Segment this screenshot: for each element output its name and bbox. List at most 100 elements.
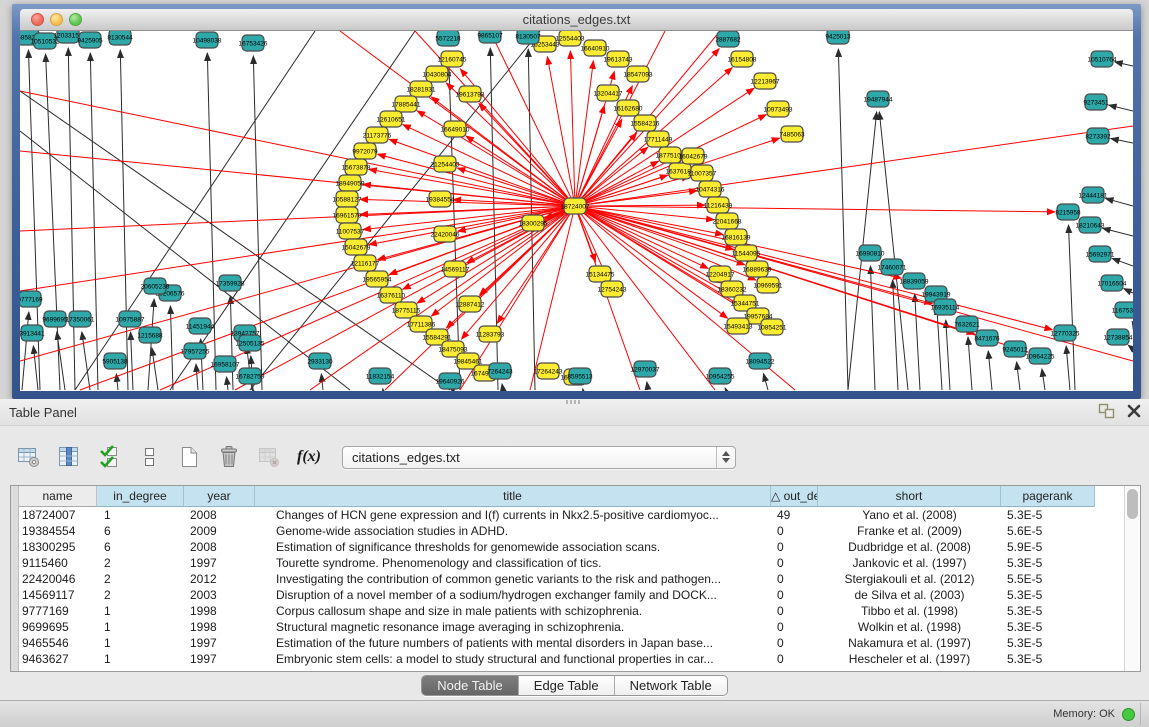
graph-node[interactable]: 16816139 [722, 229, 751, 245]
graph-node[interactable]: 15673878 [342, 159, 371, 175]
column-header-short[interactable]: short [818, 486, 1001, 507]
graph-node[interactable]: 16961570 [333, 207, 362, 223]
graph-node[interactable]: 10510764 [1088, 51, 1117, 67]
graph-node[interactable]: 1215688 [137, 327, 163, 343]
graph-node[interactable]: 12610651 [377, 111, 406, 127]
graph-node[interactable]: 11544095 [732, 245, 761, 261]
graph-node[interactable]: 12204917 [706, 266, 735, 282]
graph-node[interactable]: 11007537 [336, 223, 365, 239]
graph-node[interactable]: 16649010 [441, 121, 470, 137]
graph-node[interactable]: 2887682 [715, 31, 741, 47]
graph-node[interactable]: 18300295 [519, 215, 548, 231]
graph-node[interactable]: 16990810 [856, 245, 885, 261]
graph-node[interactable]: 8273392 [1085, 128, 1111, 144]
window-minimize-button[interactable] [50, 13, 63, 26]
graph-node[interactable]: 12505135 [236, 335, 265, 351]
close-panel-icon[interactable] [1127, 404, 1141, 418]
delete-column-icon[interactable] [216, 444, 242, 470]
table-row[interactable]: 977716911998Corpus callosum shape and si… [19, 603, 1124, 619]
graph-node[interactable]: 5572218 [435, 31, 461, 46]
graph-node[interactable]: 19640926 [436, 373, 465, 389]
graph-node[interactable]: 15692971 [1086, 246, 1115, 262]
graph-node[interactable]: 12887412 [456, 296, 485, 312]
graph-node[interactable]: 10588127 [333, 191, 362, 207]
graph-node[interactable]: 19565954 [363, 271, 392, 287]
graph-node[interactable]: 8215958 [1055, 204, 1081, 220]
graph-node[interactable]: 18547093 [624, 66, 653, 82]
citation-network-graph[interactable]: 1872400712160745104308041828193117885441… [20, 31, 1133, 391]
window-titlebar[interactable]: citations_edges.txt [20, 9, 1133, 31]
graph-node[interactable]: 15134475 [586, 266, 615, 282]
graph-node[interactable]: 8471676 [974, 330, 1000, 346]
tab-edge-table[interactable]: Edge Table [519, 676, 615, 695]
graph-node[interactable]: 18281931 [407, 81, 436, 97]
graph-node[interactable]: 17885441 [392, 96, 421, 112]
graph-node[interactable]: 16753426 [239, 35, 268, 51]
graph-node[interactable]: 19384554 [426, 191, 455, 207]
table-row[interactable]: 2242004622012Investigating the contribut… [19, 571, 1124, 587]
graph-node[interactable]: 11451944 [186, 318, 215, 334]
graph-node[interactable]: 12444181 [1079, 187, 1108, 203]
graph-node[interactable]: 8595513 [567, 368, 593, 384]
graph-node[interactable]: 18724007 [561, 198, 590, 214]
table-row[interactable]: 1830029562008Estimation of significance … [19, 539, 1124, 555]
function-builder-icon[interactable]: f(x) [296, 444, 322, 470]
graph-node[interactable]: 18949059 [336, 175, 365, 191]
graph-node[interactable]: 17460071 [878, 259, 907, 275]
graph-node[interactable]: 11007357 [688, 165, 717, 181]
table-row[interactable]: 969969511998Structural magnetic resonanc… [19, 619, 1124, 635]
graph-node[interactable]: 19613793 [456, 86, 485, 102]
graph-node[interactable]: 8130544 [107, 31, 133, 45]
column-header-out_de[interactable]: △ out_de... [771, 486, 818, 507]
graph-node[interactable]: 9245012 [1002, 341, 1028, 357]
table-row[interactable]: 1938455462009Genome-wide association stu… [19, 523, 1124, 539]
graph-node[interactable]: 16042679 [679, 148, 708, 164]
graph-node[interactable]: 7632621 [954, 316, 980, 332]
graph-node[interactable]: 18210643 [1076, 217, 1105, 233]
tab-network-table[interactable]: Network Table [615, 676, 727, 695]
graph-node[interactable]: 11675319 [1112, 302, 1133, 318]
graph-node[interactable]: 10964225 [1026, 348, 1055, 364]
select-all-icon[interactable] [96, 444, 122, 470]
table-mode-icon[interactable] [16, 444, 42, 470]
graph-node[interactable]: 3913441 [20, 325, 45, 341]
graph-node[interactable]: 16935114 [931, 299, 960, 315]
column-header-title[interactable]: title [255, 486, 771, 507]
graph-node[interactable]: 5905138 [102, 353, 128, 369]
graph-node[interactable]: 10474316 [696, 181, 725, 197]
graph-node[interactable]: 16782759 [236, 368, 265, 384]
graph-node[interactable]: 9273451 [1083, 94, 1109, 110]
graph-node[interactable]: 22041668 [713, 213, 742, 229]
graph-node[interactable]: 2933130 [307, 353, 333, 369]
graph-node[interactable]: 15493413 [724, 318, 753, 334]
window-close-button[interactable] [31, 13, 44, 26]
graph-node[interactable]: 16162680 [614, 100, 643, 116]
tab-node-table[interactable]: Node Table [422, 676, 519, 695]
graph-node[interactable]: 16154808 [728, 51, 757, 67]
graph-node[interactable]: 8130507 [515, 31, 541, 44]
graph-node[interactable]: 12160745 [438, 51, 467, 67]
graph-node[interactable]: 10854251 [758, 319, 787, 335]
graph-node[interactable]: 17359928 [216, 275, 245, 291]
graph-node[interactable]: 9699695 [42, 311, 68, 327]
graph-node[interactable]: 11283793 [476, 326, 505, 342]
column-header-in_degree[interactable]: in_degree [97, 486, 184, 507]
create-column-icon[interactable] [176, 444, 202, 470]
float-window-icon[interactable] [1098, 403, 1115, 419]
graph-node[interactable]: 15042679 [342, 239, 371, 255]
graph-node[interactable]: 12213967 [751, 73, 780, 89]
graph-node[interactable]: 10954255 [706, 368, 735, 384]
graph-node[interactable]: 16376110 [377, 287, 406, 303]
unselect-all-icon[interactable] [136, 444, 162, 470]
show-column-icon[interactable] [56, 444, 82, 470]
graph-node[interactable]: 7264243 [487, 363, 513, 379]
graph-node[interactable]: 12116177 [351, 255, 380, 271]
table-row[interactable]: 1872400712008Changes of HCN gene express… [19, 507, 1124, 523]
graph-node[interactable]: 22420046 [431, 226, 460, 242]
graph-node[interactable]: 18094522 [746, 353, 775, 369]
column-header-name[interactable]: name [19, 486, 97, 507]
table-row[interactable]: 1456911722003Disruption of a novel membe… [19, 587, 1124, 603]
graph-node[interactable]: 10975887 [116, 311, 145, 327]
graph-node[interactable]: 19487944 [864, 91, 893, 107]
graph-node[interactable]: 9425013 [825, 31, 851, 44]
